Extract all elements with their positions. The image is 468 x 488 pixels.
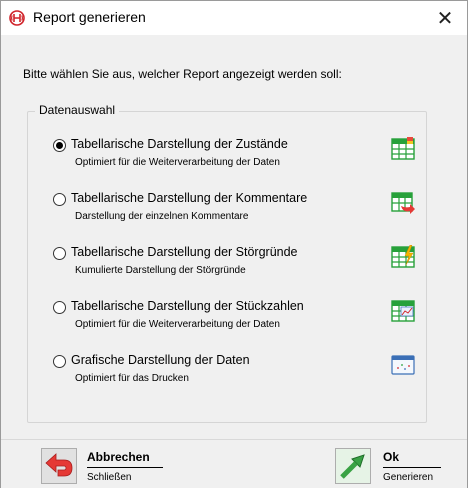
option-title: Tabellarische Darstellung der Zustände — [71, 137, 288, 151]
cancel-sublabel: Schließen — [87, 472, 132, 483]
app-logo-icon — [9, 10, 25, 26]
table-comment-icon — [391, 192, 415, 214]
ok-button[interactable] — [335, 448, 371, 484]
arrow-up-right-icon — [336, 449, 370, 483]
option-title: Tabellarische Darstellung der Stückzahle… — [71, 299, 304, 313]
instruction-text: Bitte wählen Sie aus, welcher Report ang… — [23, 67, 342, 81]
option-description: Darstellung der einzelnen Kommentare — [75, 211, 249, 222]
radio-button[interactable] — [53, 301, 66, 314]
option-description: Optimiert für das Drucken — [75, 373, 189, 384]
table-fault-icon — [391, 245, 415, 268]
option-comment-table[interactable]: Tabellarische Darstellung der Kommentare… — [1, 191, 467, 231]
cancel-button[interactable] — [41, 448, 77, 484]
option-graphic[interactable]: Grafische Darstellung der Daten Optimier… — [1, 353, 467, 393]
radio-button[interactable] — [53, 355, 66, 368]
undo-arrow-icon — [45, 453, 73, 477]
radio-button[interactable] — [53, 247, 66, 260]
option-description: Kumulierte Darstellung der Störgründe — [75, 265, 246, 276]
option-description: Optimiert für die Weiterverarbeitung der… — [75, 319, 280, 330]
option-title: Tabellarische Darstellung der Kommentare — [71, 191, 308, 205]
group-label: Datenauswahl — [35, 103, 120, 117]
option-fault-table[interactable]: Tabellarische Darstellung der Störgründe… — [1, 245, 467, 285]
option-quantity-table[interactable]: Tabellarische Darstellung der Stückzahle… — [1, 299, 467, 339]
option-description: Optimiert für die Weiterverarbeitung der… — [75, 157, 280, 168]
ok-sublabel: Generieren — [383, 472, 434, 483]
ok-divider — [383, 467, 441, 468]
option-status-table[interactable]: Tabellarische Darstellung der Zustände O… — [1, 137, 467, 177]
title-bar: Report generieren ✕ — [1, 1, 467, 35]
cancel-divider — [87, 467, 163, 468]
window-title: Report generieren — [33, 9, 146, 25]
close-icon: ✕ — [436, 7, 454, 30]
ok-label[interactable]: Ok — [383, 450, 399, 464]
cancel-label[interactable]: Abbrechen — [87, 450, 150, 464]
option-title: Grafische Darstellung der Daten — [71, 353, 250, 367]
table-status-icon — [391, 137, 415, 160]
radio-button[interactable] — [53, 193, 66, 206]
option-title: Tabellarische Darstellung der Störgründe — [71, 245, 298, 259]
table-chart-icon — [391, 300, 415, 322]
close-button[interactable]: ✕ — [423, 1, 467, 35]
graphic-window-icon — [391, 355, 415, 375]
radio-button[interactable] — [53, 139, 66, 152]
button-bar: Abbrechen Schließen Ok Generieren — [1, 439, 467, 488]
report-dialog: Report generieren ✕ Bitte wählen Sie aus… — [0, 0, 468, 488]
